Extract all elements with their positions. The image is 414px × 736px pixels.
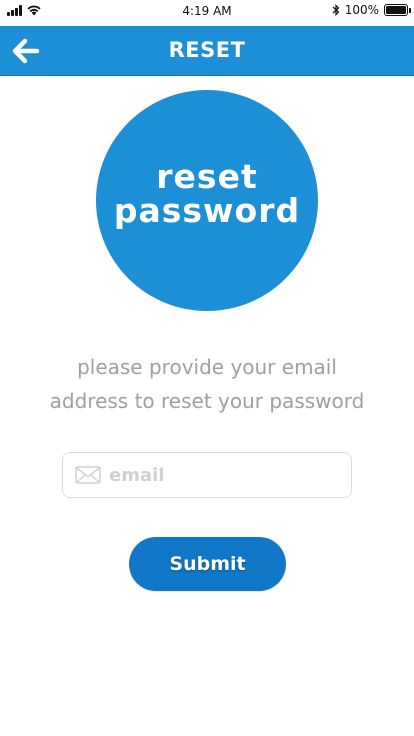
email-input[interactable] <box>109 464 329 486</box>
email-field[interactable] <box>62 452 352 498</box>
battery-icon <box>384 4 411 16</box>
instructions-line-1: please provide your email <box>77 355 337 379</box>
app-header: RESET <box>0 26 414 76</box>
instructions-text: please provide your email address to res… <box>20 350 394 418</box>
submit-button[interactable]: Submit <box>129 537 286 591</box>
badge-line-2: password <box>113 190 301 230</box>
instructions-line-2: address to reset your password <box>49 389 365 413</box>
bluetooth-icon <box>332 4 340 16</box>
status-right: 100% <box>332 3 411 17</box>
page-title: RESET <box>168 38 246 62</box>
battery-level <box>386 6 406 14</box>
badge-line-1: reset <box>156 156 258 196</box>
reset-password-badge: reset password <box>96 90 318 311</box>
battery-percent: 100% <box>344 3 379 17</box>
status-bar: 4:19 AM 100% <box>0 0 414 26</box>
mail-icon <box>75 466 101 484</box>
